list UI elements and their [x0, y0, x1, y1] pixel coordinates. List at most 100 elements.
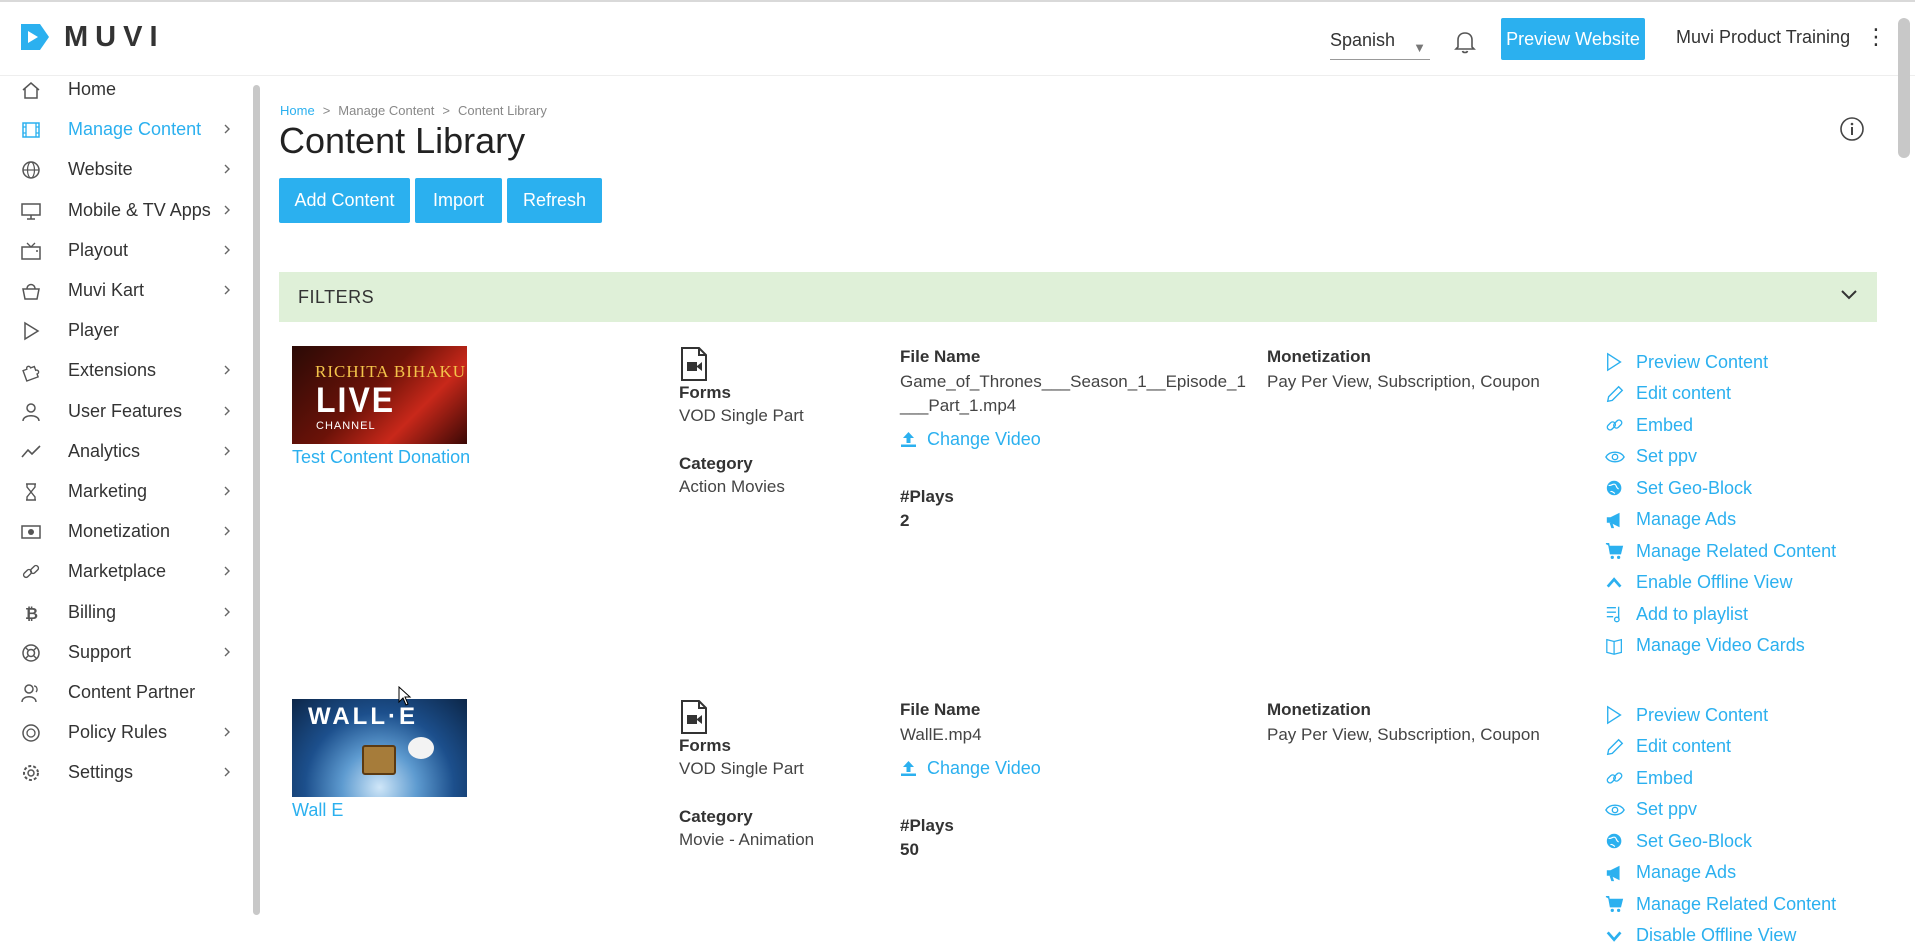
chevron-right-icon	[224, 406, 230, 416]
sidebar-item-label: Policy Rules	[68, 722, 168, 743]
lifebuoy-icon	[22, 644, 40, 662]
chevron-down-icon[interactable]	[1839, 288, 1859, 302]
category-label: Category	[679, 454, 753, 473]
chevron-right-icon	[224, 566, 230, 576]
sidebar-item-settings[interactable]: Settings	[0, 748, 245, 797]
sidebar-item-label: Marketing	[68, 481, 148, 501]
sidebar-scrollbar[interactable]	[253, 85, 260, 915]
preview-website-button[interactable]: Preview Website	[1501, 18, 1645, 60]
action-label: Embed	[1636, 767, 1694, 788]
monetization-value: Pay Per View, Subscription, Coupon	[1267, 725, 1540, 744]
action-label: Set ppv	[1636, 799, 1698, 819]
sidebar-item-label: Player	[68, 320, 120, 341]
filters-panel[interactable]: FILTERS	[279, 272, 1877, 322]
action-label: Embed	[1636, 414, 1694, 435]
chevron-right-icon	[224, 164, 230, 174]
content-row: WALL·E Wall E Forms VOD Single Part Cate…	[279, 699, 1877, 945]
content-thumbnail[interactable]: RICHITA BIHAKU LIVE CHANNEL	[292, 346, 467, 444]
sidebar: Home Manage Content Website Mobile & TV App…	[0, 77, 262, 941]
policy-icon	[22, 724, 40, 742]
chevron-right-icon	[224, 205, 230, 215]
breadcrumb-manage-content[interactable]: Manage Content	[338, 103, 434, 118]
megaphone-icon	[1606, 512, 1620, 528]
category-value: Movie - Animation	[679, 830, 815, 849]
chevron-right-icon	[224, 607, 230, 617]
action-label: Set Geo-Block	[1636, 477, 1753, 498]
sidebar-item-label: Support	[68, 641, 132, 662]
change-video-link[interactable]: Change Video	[900, 758, 1041, 779]
language-select[interactable]: Spanish ▼	[1330, 24, 1430, 60]
sidebar-item-label: Mobile & TV Apps	[68, 199, 211, 220]
money-icon	[21, 525, 41, 539]
link-icon	[1606, 419, 1623, 431]
video-file-icon	[681, 347, 707, 381]
page-title: Content Library	[279, 120, 526, 161]
sidebar-item-label: Website	[68, 159, 133, 180]
bitcoin-icon: ₿	[25, 604, 38, 623]
sidebar-item-label: Manage Content	[68, 119, 202, 140]
sidebar-item-label: Content Partner	[68, 682, 196, 702]
action-label: Manage Ads	[1636, 862, 1737, 882]
pencil-icon	[1606, 738, 1624, 755]
sidebar-item-label: Extensions	[68, 360, 157, 381]
breadcrumb-home[interactable]: Home	[280, 103, 315, 118]
action-label: Edit content	[1636, 383, 1732, 403]
content-title-link[interactable]: Test Content Donation	[292, 447, 470, 468]
category-value: Action Movies	[679, 477, 785, 496]
plays-value: 2	[900, 511, 910, 530]
chevron-right-icon	[224, 486, 230, 496]
megaphone-icon	[1606, 865, 1620, 881]
monetization-label: Monetization	[1267, 700, 1371, 719]
play-outline-icon	[1607, 352, 1622, 372]
language-value: Spanish	[1330, 30, 1396, 50]
more-menu-icon[interactable]: ⋮	[1865, 26, 1887, 48]
film-icon	[22, 122, 40, 138]
gear-icon	[23, 765, 39, 782]
chevron-right-icon	[224, 767, 230, 777]
upload-icon	[901, 432, 916, 447]
muvi-logo[interactable]: MUVI	[18, 20, 165, 54]
chevron-right-icon	[224, 526, 230, 536]
chevron-down-icon	[1606, 930, 1622, 942]
chevron-right-icon	[224, 365, 230, 375]
monitor-icon	[21, 202, 41, 220]
content-thumbnail[interactable]: WALL·E	[292, 699, 467, 797]
bag-icon	[22, 283, 40, 300]
form-value: VOD Single Part	[679, 406, 804, 425]
hourglass-icon	[26, 483, 36, 501]
book-icon	[1606, 638, 1622, 655]
upload-icon	[901, 761, 916, 776]
refresh-button[interactable]: Refresh	[507, 178, 602, 223]
top-header: MUVI Spanish ▼ Preview Website Muvi Prod…	[0, 2, 1915, 76]
video-file-icon	[681, 700, 707, 734]
sidebar-item-label: Marketplace	[68, 561, 167, 582]
import-button[interactable]: Import	[415, 178, 502, 223]
chevron-right-icon	[224, 245, 230, 255]
change-video-link[interactable]: Change Video	[900, 429, 1041, 450]
chevron-right-icon	[224, 727, 230, 737]
thumbnail-text: CHANNEL	[316, 420, 376, 432]
muvi-logo-icon	[21, 24, 49, 50]
chart-line-icon	[21, 445, 41, 458]
file-name-value: ___Part_1.mp4	[900, 396, 1017, 415]
content-title-link[interactable]: Wall E	[292, 800, 343, 821]
partner-icon	[21, 684, 38, 703]
file-name-value: WallE.mp4	[900, 725, 982, 744]
forms-label: Forms	[679, 383, 731, 402]
svg-text:₿: ₿	[25, 604, 38, 623]
account-name[interactable]: Muvi Product Training	[1676, 27, 1850, 48]
breadcrumb-separator: >	[442, 103, 450, 118]
info-icon[interactable]	[1839, 116, 1865, 142]
category-label: Category	[679, 807, 753, 826]
page-scrollbar[interactable]	[1898, 18, 1910, 158]
bell-icon[interactable]	[1452, 28, 1478, 56]
monetization-label: Monetization	[1267, 347, 1371, 366]
eye-icon	[1605, 804, 1625, 815]
cart-icon	[1605, 543, 1624, 559]
breadcrumb-separator: >	[322, 103, 331, 118]
sidebar-item-label: Monetization	[68, 521, 171, 542]
plays-value: 50	[900, 840, 919, 859]
sidebar-item-label: Playout	[68, 239, 129, 260]
add-content-button[interactable]: Add Content	[279, 178, 410, 223]
content-row: RICHITA BIHAKU LIVE CHANNEL Test Content…	[279, 346, 1877, 666]
